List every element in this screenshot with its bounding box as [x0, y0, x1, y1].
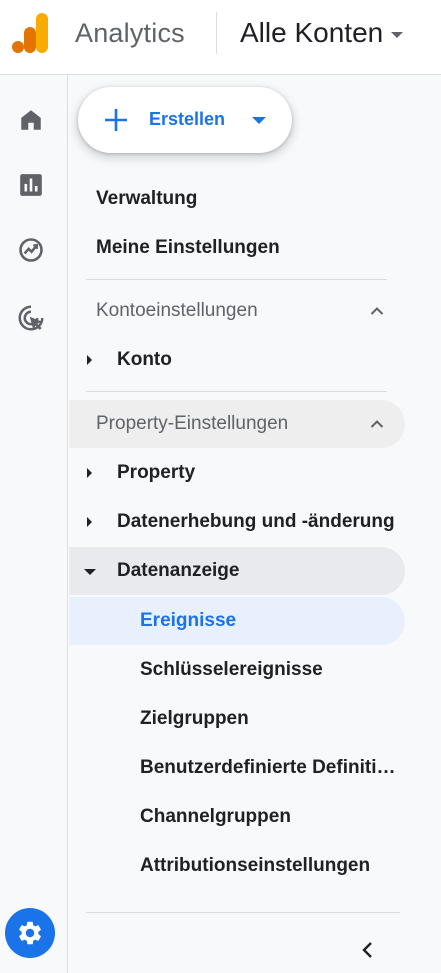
rail-explore[interactable] [14, 233, 48, 267]
admin-link[interactable]: Verwaltung [96, 188, 197, 210]
tree-item-label: Konto [117, 349, 172, 370]
sub-item-events[interactable]: Ereignisse [69, 597, 405, 645]
sub-item-label: Zielgruppen [140, 708, 249, 729]
left-rail [0, 75, 68, 973]
chevron-up-icon [370, 307, 384, 315]
property-settings-section-header[interactable]: Property-Einstellungen [69, 400, 405, 448]
my-settings-link[interactable]: Meine Einstellungen [96, 237, 280, 259]
create-label: Erstellen [149, 109, 226, 129]
collapse-panel-button[interactable] [351, 933, 385, 967]
caret-down-icon [391, 32, 404, 38]
tree-item-label: Datenanzeige [117, 560, 240, 581]
reports-icon [20, 174, 42, 196]
analytics-logo-icon[interactable] [12, 13, 48, 53]
caret-down-icon [84, 569, 96, 575]
sub-item-label: Ereignisse [140, 610, 237, 631]
rail-advertising[interactable] [14, 301, 48, 335]
sub-item-audiences[interactable]: Zielgruppen [69, 695, 405, 743]
divider [86, 912, 400, 913]
account-label: Alle Konten [240, 17, 384, 48]
rail-reports[interactable] [14, 168, 48, 202]
tree-item-account[interactable]: Konto [69, 336, 405, 384]
sub-item-label: Schlüsselereignisse [140, 659, 323, 680]
rail-home[interactable] [14, 103, 48, 137]
account-settings-section-header[interactable]: Kontoeinstellungen [69, 287, 405, 335]
sub-item-key-events[interactable]: Schlüsselereignisse [69, 646, 405, 694]
tree-item-property[interactable]: Property [69, 449, 405, 497]
tree-item-label: Property [117, 462, 196, 483]
sub-item-label: Attributionseinstellungen [140, 855, 371, 876]
advertising-icon [18, 305, 44, 331]
admin-nav-panel: Erstellen Verwaltung Meine Einstellungen… [69, 75, 441, 973]
sub-item-channel-groups[interactable]: Channelgruppen [69, 793, 405, 841]
tree-item-data-display[interactable]: Datenanzeige [69, 547, 405, 595]
plus-icon [105, 109, 127, 131]
divider [86, 279, 387, 280]
create-button[interactable]: Erstellen [78, 87, 292, 153]
sub-item-custom-definitions[interactable]: Benutzerdefinierte Definitionen [69, 744, 405, 792]
explore-icon [19, 238, 43, 262]
gear-icon [19, 921, 41, 945]
caret-right-icon [87, 468, 92, 478]
app-header: Analytics Alle Konten [0, 0, 441, 75]
divider [86, 391, 387, 392]
sub-item-label: Channelgruppen [140, 806, 291, 827]
sub-item-label: Benutzerdefinierte Definitionen [140, 757, 398, 778]
account-switcher[interactable]: Alle Konten [240, 15, 404, 51]
chevron-up-icon [370, 420, 384, 428]
sub-item-attribution-settings[interactable]: Attributionseinstellungen [69, 842, 405, 890]
section-label: Kontoeinstellungen [96, 300, 258, 321]
rail-settings[interactable] [5, 908, 55, 958]
caret-right-icon [87, 517, 92, 527]
caret-right-icon [87, 355, 92, 365]
section-label: Property-Einstellungen [96, 413, 289, 434]
tree-item-data-collection[interactable]: Datenerhebung und -änderung [69, 498, 405, 546]
header-divider [216, 12, 217, 54]
app-title: Analytics [75, 18, 185, 48]
chevron-left-icon [362, 942, 372, 958]
caret-down-icon[interactable] [252, 117, 266, 124]
home-icon [21, 110, 41, 130]
tree-item-label: Datenerhebung und -änderung [117, 511, 395, 532]
